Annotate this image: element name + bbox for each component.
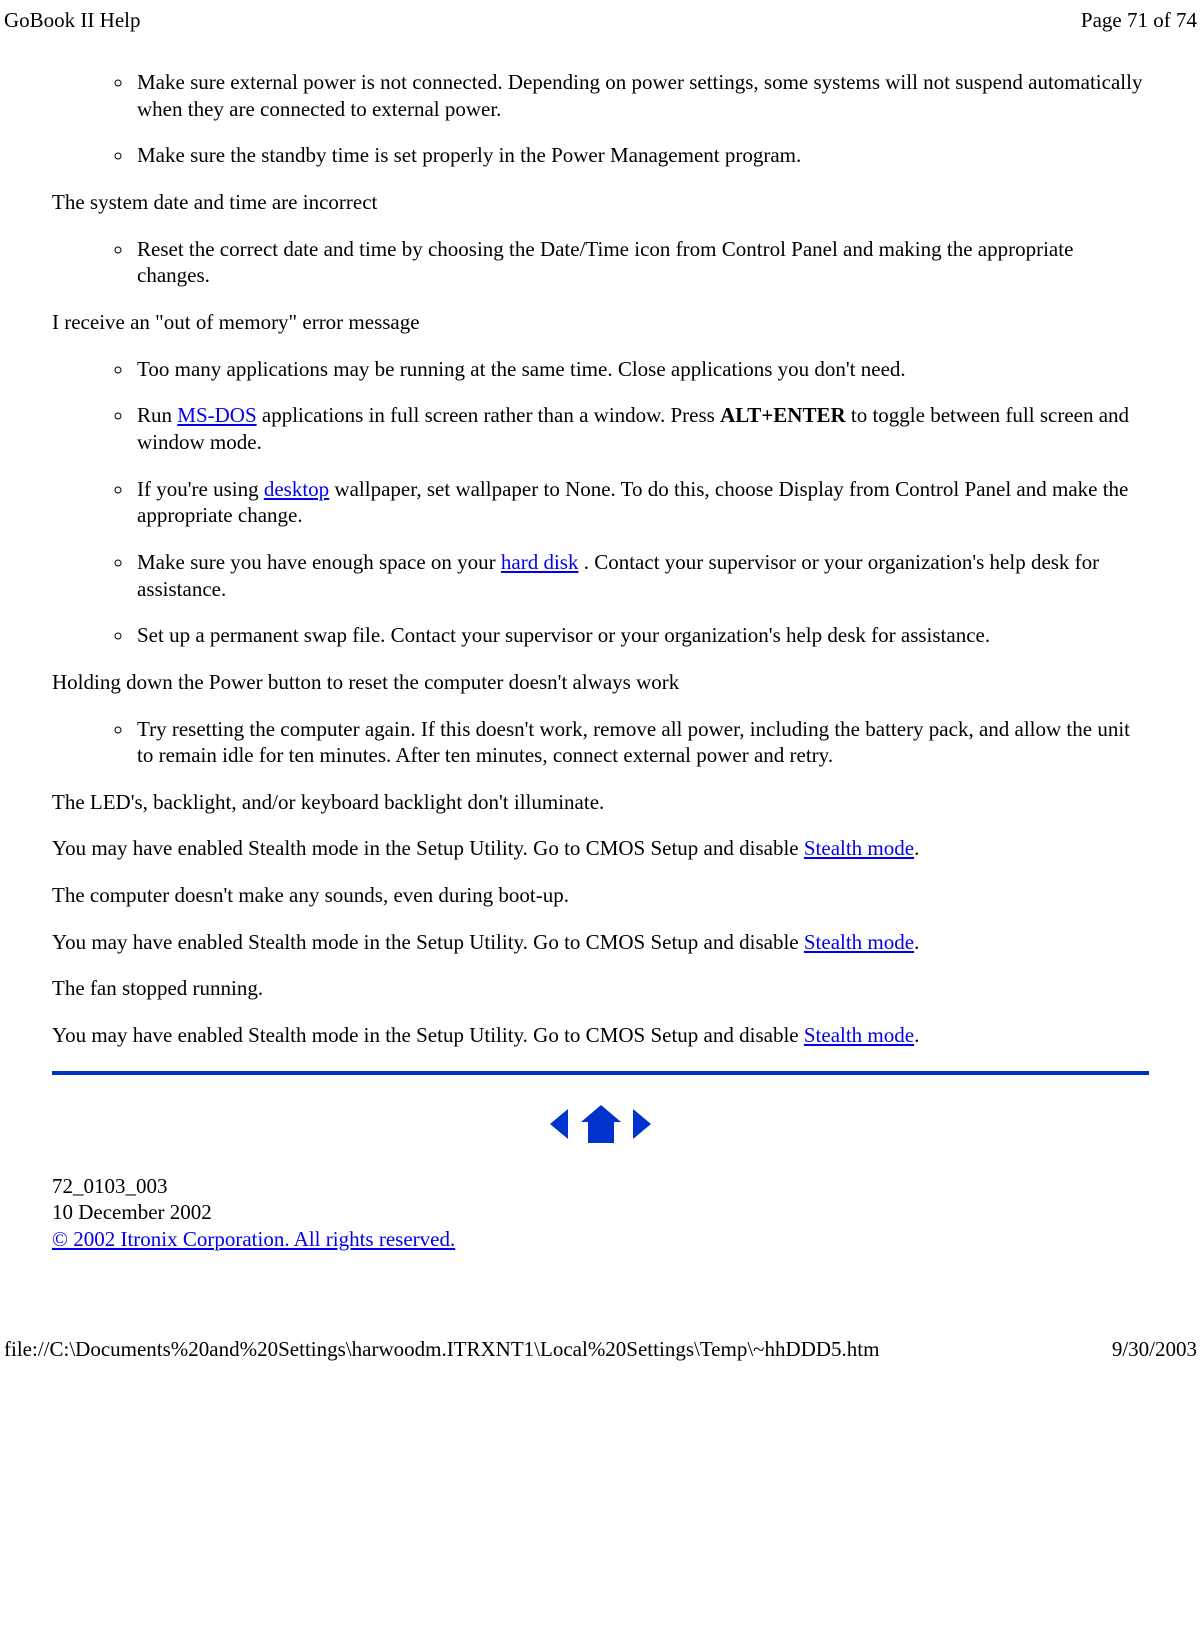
header-title: GoBook II Help bbox=[4, 8, 140, 33]
text: . bbox=[914, 930, 919, 954]
solution-stealth-3: You may have enabled Stealth mode in the… bbox=[52, 1022, 1149, 1049]
list-4: Try resetting the computer again. If thi… bbox=[52, 716, 1149, 769]
list-item: Run MS-DOS applications in full screen r… bbox=[134, 402, 1149, 455]
text: If you're using bbox=[137, 477, 264, 501]
link-stealth-mode[interactable]: Stealth mode bbox=[804, 836, 914, 860]
text: Make sure you have enough space on your bbox=[137, 550, 501, 574]
list-item: Set up a permanent swap file. Contact yo… bbox=[134, 622, 1149, 649]
list-3: Too many applications may be running at … bbox=[52, 356, 1149, 649]
header-page-number: Page 71 of 74 bbox=[1081, 8, 1197, 33]
link-copyright[interactable]: © 2002 Itronix Corporation. All rights r… bbox=[52, 1227, 455, 1251]
issue-datetime: The system date and time are incorrect bbox=[52, 189, 1149, 216]
divider bbox=[52, 1071, 1149, 1075]
text: applications in full screen rather than … bbox=[257, 403, 720, 427]
footer-path: file://C:\Documents%20and%20Settings\har… bbox=[4, 1337, 879, 1362]
page-content: Make sure external power is not connecte… bbox=[0, 37, 1201, 1273]
text: . bbox=[914, 1023, 919, 1047]
issue-led: The LED's, backlight, and/or keyboard ba… bbox=[52, 789, 1149, 816]
list-2: Reset the correct date and time by choos… bbox=[52, 236, 1149, 289]
list-item: Make sure you have enough space on your … bbox=[134, 549, 1149, 602]
list-1: Make sure external power is not connecte… bbox=[52, 69, 1149, 169]
text: You may have enabled Stealth mode in the… bbox=[52, 836, 804, 860]
list-item: Make sure external power is not connecte… bbox=[134, 69, 1149, 122]
list-item: Try resetting the computer again. If thi… bbox=[134, 716, 1149, 769]
list-item: Make sure the standby time is set proper… bbox=[134, 142, 1149, 169]
text: Run bbox=[137, 403, 177, 427]
issue-fan: The fan stopped running. bbox=[52, 975, 1149, 1002]
text: You may have enabled Stealth mode in the… bbox=[52, 1023, 804, 1047]
link-stealth-mode[interactable]: Stealth mode bbox=[804, 1023, 914, 1047]
prev-icon[interactable] bbox=[546, 1110, 577, 1134]
list-item: Reset the correct date and time by choos… bbox=[134, 236, 1149, 289]
solution-stealth-2: You may have enabled Stealth mode in the… bbox=[52, 929, 1149, 956]
page-footer: file://C:\Documents%20and%20Settings\har… bbox=[0, 1329, 1201, 1370]
issue-power-button: Holding down the Power button to reset t… bbox=[52, 669, 1149, 696]
next-icon[interactable] bbox=[629, 1110, 655, 1134]
link-stealth-mode[interactable]: Stealth mode bbox=[804, 930, 914, 954]
link-desktop[interactable]: desktop bbox=[264, 477, 329, 501]
home-icon[interactable] bbox=[578, 1110, 629, 1134]
issue-sound: The computer doesn't make any sounds, ev… bbox=[52, 882, 1149, 909]
doc-id: 72_0103_003 bbox=[52, 1173, 1149, 1200]
doc-date: 10 December 2002 bbox=[52, 1199, 1149, 1226]
link-ms-dos[interactable]: MS-DOS bbox=[177, 403, 256, 427]
document-footer: 72_0103_003 10 December 2002 © 2002 Itro… bbox=[52, 1173, 1149, 1253]
text: . bbox=[914, 836, 919, 860]
footer-date: 9/30/2003 bbox=[1112, 1337, 1197, 1362]
issue-out-of-memory: I receive an "out of memory" error messa… bbox=[52, 309, 1149, 336]
list-item: Too many applications may be running at … bbox=[134, 356, 1149, 383]
page-header: GoBook II Help Page 71 of 74 bbox=[0, 0, 1201, 37]
list-item: If you're using desktop wallpaper, set w… bbox=[134, 476, 1149, 529]
nav-icons bbox=[52, 1103, 1149, 1145]
link-hard-disk[interactable]: hard disk bbox=[501, 550, 579, 574]
solution-stealth-1: You may have enabled Stealth mode in the… bbox=[52, 835, 1149, 862]
text: You may have enabled Stealth mode in the… bbox=[52, 930, 804, 954]
kbd-alt-enter: ALT+ENTER bbox=[720, 403, 846, 427]
